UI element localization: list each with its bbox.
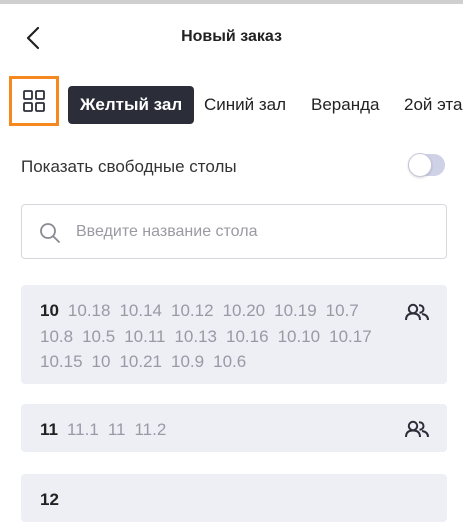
table-group-10[interactable]: 10 10.18 10.14 10.12 10.20 10.19 10.710.8 10.5 1…	[21, 285, 447, 384]
table-number[interactable]: 10.19	[274, 298, 317, 324]
free-tables-label: Показать свободные столы	[21, 157, 237, 176]
table-group-number[interactable]: 11	[40, 417, 58, 443]
table-number[interactable]: 11.2	[134, 417, 166, 443]
free-tables-toggle[interactable]	[408, 153, 445, 177]
table-number[interactable]: 11	[108, 417, 126, 443]
page-title: Новый заказ	[181, 28, 282, 45]
table-number[interactable]: 10.9	[171, 349, 204, 375]
table-number[interactable]: 10.6	[213, 349, 246, 375]
table-list: 11 11.1 11 11.2	[40, 417, 400, 443]
grid-view-button[interactable]	[9, 76, 59, 126]
table-group-number[interactable]: 10	[40, 298, 59, 324]
tab-yellow-hall[interactable]: Желтый зал	[68, 86, 195, 124]
people-icon	[405, 420, 429, 438]
free-tables-row: Показать свободные столы	[21, 153, 445, 180]
table-search	[21, 204, 447, 259]
table-list: 10 10.18 10.14 10.12 10.20 10.19 10.710.8 10.5 1…	[40, 298, 400, 375]
toggle-knob	[408, 153, 432, 177]
tab-second-floor[interactable]: 2ой эта	[404, 86, 462, 124]
table-list: 12	[40, 487, 400, 513]
table-number[interactable]: 10.12	[171, 298, 214, 324]
hall-tabs: Желтый зал Синий зал Веранда 2ой эта	[0, 76, 463, 128]
table-group-12[interactable]: 12	[21, 474, 447, 522]
table-number[interactable]: 11.1	[67, 417, 99, 443]
people-icon	[405, 303, 429, 321]
screen: Новый заказ Желтый зал Синий зал Веранда…	[0, 0, 463, 531]
grid-icon	[23, 90, 45, 112]
table-number[interactable]: 10.14	[119, 298, 162, 324]
table-number[interactable]: 10.7	[326, 298, 359, 324]
search-icon	[40, 223, 60, 243]
tab-blue-hall[interactable]: Синий зал	[204, 86, 286, 124]
table-number[interactable]: 10.10	[278, 324, 321, 350]
table-number[interactable]: 10.16	[226, 324, 269, 350]
table-number[interactable]: 10.21	[119, 349, 162, 375]
table-group-number[interactable]: 12	[40, 487, 59, 513]
tab-veranda[interactable]: Веранда	[311, 86, 379, 124]
table-group-11[interactable]: 11 11.1 11 11.2	[21, 404, 447, 452]
table-number[interactable]: 10.20	[223, 298, 266, 324]
table-number[interactable]: 10.11	[124, 324, 165, 350]
header: Новый заказ	[0, 4, 463, 74]
table-number[interactable]: 10	[92, 349, 111, 375]
table-number[interactable]: 10.5	[82, 324, 115, 350]
search-input[interactable]	[76, 215, 436, 249]
table-number[interactable]: 10.13	[174, 324, 217, 350]
table-number[interactable]: 10.18	[68, 298, 111, 324]
table-number[interactable]: 10.8	[40, 324, 73, 350]
table-number[interactable]: 10.17	[329, 324, 372, 350]
table-number[interactable]: 10.15	[40, 349, 83, 375]
